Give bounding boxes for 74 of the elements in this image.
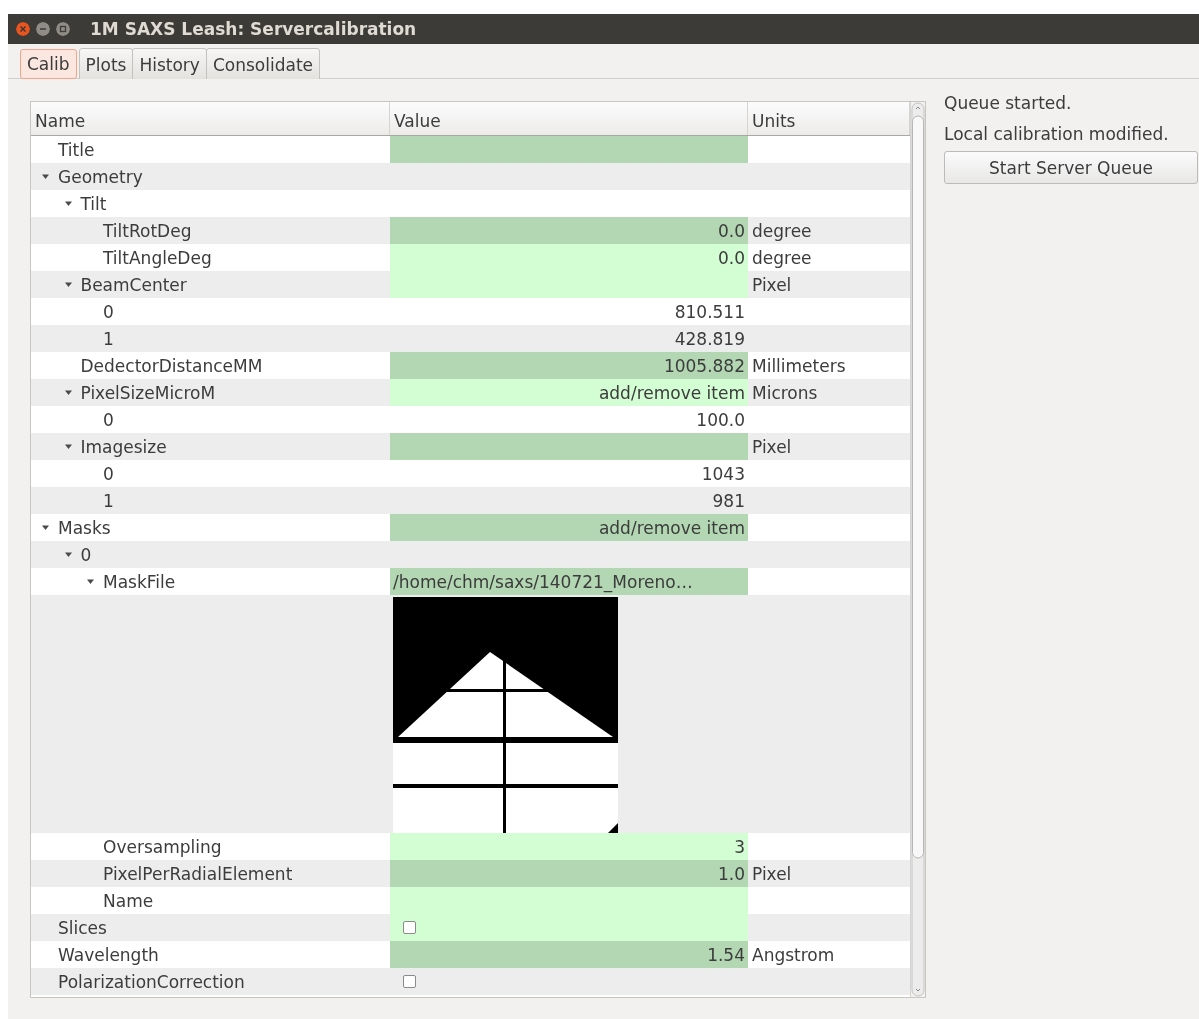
close-icon[interactable] xyxy=(16,22,30,36)
value-field[interactable]: add/remove item xyxy=(390,514,748,541)
expand-arrow-icon[interactable] xyxy=(63,388,73,397)
expand-arrow-icon[interactable] xyxy=(41,172,50,181)
units-cell-text: degree xyxy=(751,246,813,270)
property-name: PixelPerRadialElement xyxy=(103,863,293,884)
minimize-icon[interactable] xyxy=(36,22,50,36)
value-field[interactable]: add/remove item xyxy=(390,379,748,406)
value-field[interactable]: 100.0 xyxy=(390,406,748,433)
property-name: 0 xyxy=(103,409,114,430)
units-cell-text: degree xyxy=(751,219,813,243)
value-field[interactable]: 1.54 xyxy=(390,941,748,968)
value-field[interactable]: 1043 xyxy=(390,460,748,487)
value-field[interactable]: 0.0 xyxy=(390,244,748,271)
column-header[interactable]: Value xyxy=(390,102,748,135)
property-name: 1 xyxy=(103,328,114,349)
property-name: Geometry xyxy=(58,166,143,187)
value-field[interactable] xyxy=(390,433,748,460)
value-field[interactable] xyxy=(390,271,748,298)
value-field[interactable]: 0.0 xyxy=(390,217,748,244)
value-field[interactable]: 1.0 xyxy=(390,860,748,887)
expand-arrow-icon[interactable] xyxy=(41,523,50,532)
property-name: Masks xyxy=(58,517,111,538)
tab[interactable]: Plots xyxy=(78,48,134,82)
expand-arrow-icon[interactable] xyxy=(63,550,73,559)
tab[interactable]: Consolidate xyxy=(205,48,320,82)
property-name: Imagesize xyxy=(80,436,167,457)
property-name: 1 xyxy=(103,490,114,511)
status-message: Local calibration modified. xyxy=(944,122,1170,146)
property-name: TiltRotDeg xyxy=(103,220,192,241)
checkbox[interactable] xyxy=(403,975,416,988)
value-field[interactable]: 810.511 xyxy=(390,298,748,325)
property-name: TiltAngleDeg xyxy=(103,247,212,268)
units-cell-text: Microns xyxy=(751,381,819,405)
checkbox[interactable] xyxy=(403,921,416,934)
value-field[interactable]: 1005.882 xyxy=(390,352,748,379)
property-name: Title xyxy=(58,139,95,160)
status-message: Queue started. xyxy=(944,91,1073,115)
property-name: 0 xyxy=(103,463,114,484)
units-cell-text: Pixel xyxy=(751,862,793,886)
property-name: 0 xyxy=(103,301,114,322)
expand-arrow-icon[interactable] xyxy=(63,199,73,208)
property-name: Tilt xyxy=(80,193,107,214)
expand-arrow-icon[interactable] xyxy=(63,280,73,289)
value-field[interactable]: 981 xyxy=(390,487,748,514)
units-cell-text: Pixel xyxy=(751,435,793,459)
value-field[interactable] xyxy=(390,914,748,941)
property-name: MaskFile xyxy=(103,571,176,592)
value-field[interactable] xyxy=(390,887,748,914)
expand-arrow-icon[interactable] xyxy=(86,577,95,586)
units-cell-text: Millimeters xyxy=(751,354,847,378)
property-name: Oversampling xyxy=(103,836,222,857)
value-field[interactable]: 3 xyxy=(390,833,748,860)
tab[interactable]: Calib xyxy=(20,49,77,79)
column-header[interactable]: Name xyxy=(31,102,390,135)
property-name: PolarizationCorrection xyxy=(58,971,245,992)
start-queue-button[interactable]: Start Server Queue xyxy=(944,151,1198,184)
window-title: 1M SAXS Leash: Servercalibration xyxy=(90,19,417,39)
value-field[interactable]: /home/chm/saxs/140721_Moreno… xyxy=(390,568,748,595)
units-cell-text: Angstrom xyxy=(751,943,836,967)
expand-arrow-icon[interactable] xyxy=(63,442,73,451)
property-name: BeamCenter xyxy=(80,274,187,295)
property-name: 0 xyxy=(80,544,92,565)
property-name: DedectorDistanceMM xyxy=(80,355,263,376)
value-field[interactable] xyxy=(390,136,748,163)
units-cell-text: Pixel xyxy=(751,273,793,297)
maximize-icon[interactable] xyxy=(56,22,70,36)
property-name: Slices xyxy=(58,917,107,938)
property-name: PixelSizeMicroM xyxy=(80,382,216,403)
value-field[interactable]: 428.819 xyxy=(390,325,748,352)
tab[interactable]: History xyxy=(132,48,207,82)
scrollbar[interactable] xyxy=(910,102,925,997)
property-name: Name xyxy=(103,890,154,911)
property-name: Wavelength xyxy=(58,944,159,965)
